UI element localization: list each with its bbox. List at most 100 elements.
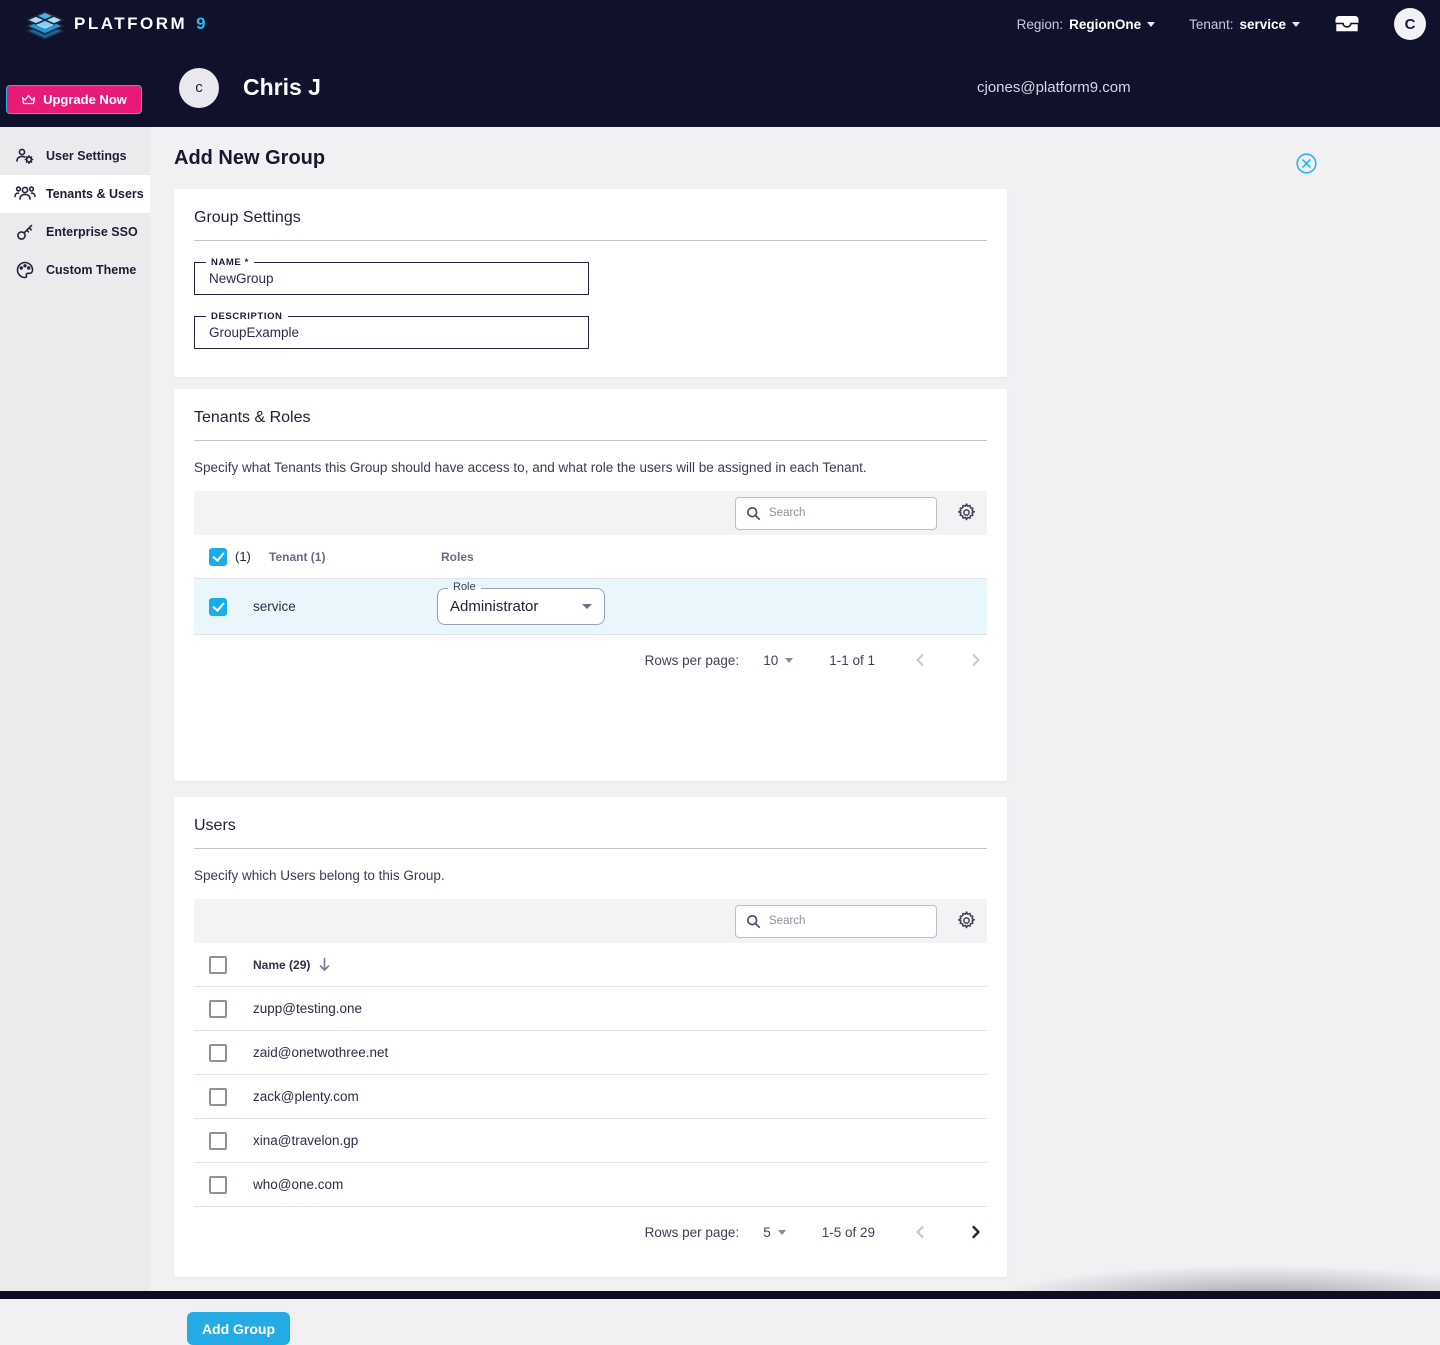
sidebar-item-label: Enterprise SSO [46,225,138,239]
user-email-cell: zaid@onetwothree.net [253,1045,388,1060]
gear-icon[interactable] [955,502,977,524]
search-icon [746,506,761,521]
next-page-button[interactable] [965,1221,987,1243]
sidebar-item-user-settings[interactable]: User Settings [0,137,150,175]
tenants-table-toolbar [194,491,987,535]
row-checkbox[interactable] [209,1176,227,1194]
select-all-checkbox[interactable] [209,548,227,566]
name-input[interactable] [195,263,588,294]
add-group-button[interactable]: Add Group [187,1312,290,1345]
chevron-down-icon [1147,22,1155,27]
users-pagination: Rows per page: 5 1-5 of 29 [194,1207,987,1257]
users-table-header: Name (29) [194,943,987,987]
chevron-down-icon [582,604,592,609]
user-row[interactable]: who@one.com [194,1163,987,1207]
rows-per-page-select[interactable]: 5 [763,1225,786,1240]
users-table-toolbar [194,899,987,943]
row-checkbox[interactable] [209,1088,227,1106]
page-header: Add New Group [150,127,1440,189]
main-content: Add New Group Group Settings NAME * DESC… [150,127,1440,1291]
users-search-input[interactable] [769,915,926,927]
users-card: Users Specify which Users belong to this… [174,797,1007,1277]
upgrade-now-button[interactable]: Upgrade Now [6,85,142,114]
row-checkbox[interactable] [209,1132,227,1150]
previous-page-button[interactable] [909,1221,931,1243]
user-title: Chris J [243,74,321,101]
sidebar-item-label: Custom Theme [46,263,136,277]
tenant-row-service[interactable]: service Role Administrator [194,579,987,635]
user-avatar: c [179,68,219,108]
card-title: Users [194,817,987,835]
description-input[interactable] [195,317,588,348]
app-header: PLATFORM 9 Region: RegionOne Tenant: serv… [0,0,1440,127]
role-select[interactable]: Role Administrator [437,588,605,625]
row-checkbox[interactable] [209,1044,227,1062]
region-value: RegionOne [1069,17,1141,32]
name-column-label: Name (29) [253,958,310,972]
rows-per-page-select[interactable]: 10 [763,653,793,668]
role-select-value: Administrator [450,598,538,615]
bottom-bar [0,1291,1440,1299]
region-selector[interactable]: Region: RegionOne [1017,17,1156,32]
brand-name: PLATFORM [74,14,187,34]
users-search [735,905,937,938]
previous-page-button[interactable] [909,649,931,671]
divider [194,240,987,241]
sort-descending-icon [318,957,331,972]
sidebar-item-enterprise-sso[interactable]: Enterprise SSO [0,213,150,251]
user-row[interactable]: zaid@onetwothree.net [194,1031,987,1075]
inbox-icon[interactable] [1334,14,1360,34]
users-group-icon [14,183,36,205]
user-row[interactable]: xina@travelon.gp [194,1119,987,1163]
sidebar-item-label: Tenants & Users [46,187,144,201]
upgrade-label: Upgrade Now [43,92,127,107]
select-all-checkbox[interactable] [209,956,227,974]
tenant-selector[interactable]: Tenant: service [1189,17,1300,32]
tenant-value: service [1239,17,1286,32]
name-column-header[interactable]: Name (29) [253,957,331,972]
brand: PLATFORM 9 [24,7,206,41]
user-row[interactable]: zack@plenty.com [194,1075,987,1119]
chevron-down-icon [778,1230,786,1235]
chevron-down-icon [1292,22,1300,27]
user-email-cell: zack@plenty.com [253,1089,359,1104]
region-label: Region: [1017,17,1064,32]
user-gear-icon [14,145,36,167]
roles-column-header: Roles [441,550,474,564]
user-email: cjones@platform9.com [977,79,1131,96]
tenants-pagination: Rows per page: 10 1-1 of 1 [194,635,987,685]
divider [194,848,987,849]
tenant-column-header[interactable]: Tenant (1) [269,550,441,564]
divider [194,440,987,441]
search-icon [746,914,761,929]
row-checkbox[interactable] [209,1000,227,1018]
user-avatar-button[interactable]: C [1394,8,1426,40]
group-settings-card: Group Settings NAME * DESCRIPTION [174,189,1007,377]
platform9-logo-icon [24,7,66,41]
rows-per-page-value: 5 [763,1225,771,1240]
tenants-roles-description: Specify what Tenants this Group should h… [194,460,987,475]
close-icon[interactable] [1296,153,1317,174]
card-title: Tenants & Roles [194,409,987,427]
pagination-range: 1-5 of 29 [822,1225,875,1240]
description-field: DESCRIPTION [194,316,589,349]
next-page-button[interactable] [965,649,987,671]
tenants-roles-card: Tenants & Roles Specify what Tenants thi… [174,389,1007,781]
sidebar-item-label: User Settings [46,149,127,163]
brand-nine: 9 [196,14,205,34]
chevron-down-icon [785,658,793,663]
name-field: NAME * [194,262,589,295]
role-select-label: Role [448,581,481,593]
sidebar-item-custom-theme[interactable]: Custom Theme [0,251,150,289]
user-row[interactable]: zupp@testing.one [194,987,987,1031]
user-email-cell: xina@travelon.gp [253,1133,358,1148]
tenant-label: Tenant: [1189,17,1233,32]
crown-icon [21,94,36,106]
row-checkbox[interactable] [209,598,227,616]
tenants-search-input[interactable] [769,507,926,519]
rows-per-page-label: Rows per page: [645,1225,740,1240]
gear-icon[interactable] [955,910,977,932]
sidebar-item-tenants-users[interactable]: Tenants & Users [0,175,150,213]
tenants-table-header: (1) Tenant (1) Roles [194,535,987,579]
rows-per-page-label: Rows per page: [645,653,740,668]
